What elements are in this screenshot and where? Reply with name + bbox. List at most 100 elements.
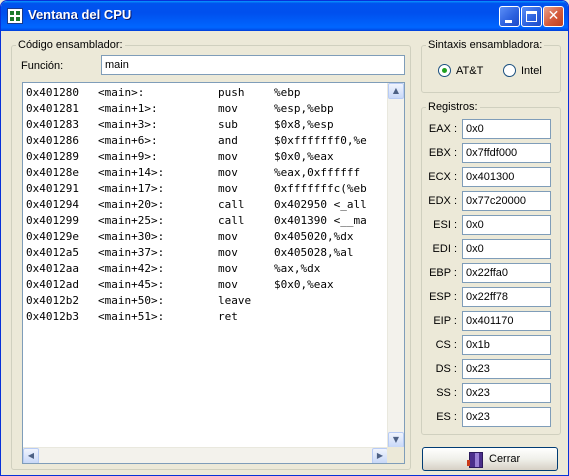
close-button[interactable]: Cerrar <box>422 447 558 471</box>
register-value-field[interactable]: 0x23 <box>462 407 551 427</box>
operands-cell: 0x401390 <__ma <box>274 214 367 227</box>
syntax-group-legend: Sintaxis ensambladora: <box>428 39 543 51</box>
window-title: Ventana del CPU <box>28 7 132 22</box>
disassembly-line[interactable]: 0x40129e <main+30>: mov 0x405020,%dx <box>26 229 385 245</box>
function-field[interactable]: main <box>101 55 405 75</box>
address-cell: 0x401280 <box>26 86 79 99</box>
mnemonic-cell: mov <box>218 230 238 243</box>
symbol-cell: <main+42>: <box>98 262 165 275</box>
scroll-up-button[interactable]: ▲ <box>388 83 404 99</box>
operands-cell: %eax,0xffffff <box>274 166 361 179</box>
mnemonic-cell: ret <box>218 310 238 323</box>
syntax-intel-radio[interactable] <box>503 64 516 77</box>
function-label: Función: <box>21 60 64 72</box>
mnemonic-cell: call <box>218 214 245 227</box>
minimize-button[interactable] <box>499 6 520 27</box>
register-value-field[interactable]: 0x23 <box>462 383 551 403</box>
disassembly-line[interactable]: 0x401283 <main+3>: sub $0x8,%esp <box>26 117 385 133</box>
symbol-cell: <main+1>: <box>98 102 158 115</box>
register-label: EIP : <box>433 315 457 327</box>
mnemonic-cell: mov <box>218 102 238 115</box>
scroll-right-button[interactable]: ▶ <box>372 448 388 463</box>
code-group-legend: Código ensamblador: <box>18 39 123 51</box>
mnemonic-cell: mov <box>218 166 238 179</box>
address-cell: 0x401281 <box>26 102 79 115</box>
disassembly-line[interactable]: 0x401299 <main+25>: call 0x401390 <__ma <box>26 213 385 229</box>
register-value-field[interactable]: 0x0 <box>462 215 551 235</box>
register-value-field[interactable]: 0x401300 <box>462 167 551 187</box>
symbol-cell: <main+45>: <box>98 278 165 291</box>
register-label: EBP : <box>429 267 457 279</box>
scroll-down-button[interactable]: ▼ <box>388 432 404 448</box>
register-label: ES : <box>436 411 457 423</box>
mnemonic-cell: leave <box>218 294 252 307</box>
mnemonic-cell: mov <box>218 246 238 259</box>
disassembly-line[interactable]: 0x401281 <main+1>: mov %esp,%ebp <box>26 101 385 117</box>
register-value-field[interactable]: 0x0 <box>462 119 551 139</box>
address-cell: 0x401299 <box>26 214 79 227</box>
address-cell: 0x4012b2 <box>26 294 79 307</box>
syntax-att-radio[interactable] <box>438 64 451 77</box>
syntax-intel-label[interactable]: Intel <box>521 65 542 77</box>
symbol-cell: <main+17>: <box>98 182 165 195</box>
mnemonic-cell: mov <box>218 262 238 275</box>
register-value-field[interactable]: 0x0 <box>462 239 551 259</box>
register-value-field[interactable]: 0x23 <box>462 359 551 379</box>
horizontal-scrollbar[interactable]: ◀ ▶ <box>23 447 388 463</box>
register-label: ESP : <box>429 291 457 303</box>
register-value-field[interactable]: 0x1b <box>462 335 551 355</box>
operands-cell: 0x402950 <_all <box>274 198 367 211</box>
maximize-button[interactable] <box>521 6 542 27</box>
operands-cell: 0x405028,%al <box>274 246 354 259</box>
disassembly-line[interactable]: 0x401289 <main+9>: mov $0x0,%eax <box>26 149 385 165</box>
disassembly-line[interactable]: 0x4012aa <main+42>: mov %ax,%dx <box>26 261 385 277</box>
disassembly-line[interactable]: 0x4012a5 <main+37>: mov 0x405028,%al <box>26 245 385 261</box>
disassembly-line[interactable]: 0x4012ad <main+45>: mov $0x0,%eax <box>26 277 385 293</box>
address-cell: 0x4012b3 <box>26 310 79 323</box>
address-cell: 0x401289 <box>26 150 79 163</box>
address-cell: 0x401291 <box>26 182 79 195</box>
address-cell: 0x4012aa <box>26 262 79 275</box>
register-label: EDI : <box>432 243 457 255</box>
scrollbar-corner <box>387 447 404 463</box>
close-button-label: Cerrar <box>489 453 521 465</box>
disassembly-line[interactable]: 0x4012b3 <main+51>: ret <box>26 309 385 325</box>
register-value-field[interactable]: 0x77c20000 <box>462 191 551 211</box>
register-label: EDX : <box>428 195 457 207</box>
disassembly-line[interactable]: 0x401280 <main>: push %ebp <box>26 85 385 101</box>
register-value-field[interactable]: 0x401170 <box>462 311 551 331</box>
syntax-att-label[interactable]: AT&T <box>456 65 483 77</box>
mnemonic-cell: mov <box>218 278 238 291</box>
disassembly-listbox[interactable]: 0x401280 <main>: push %ebp 0x401281 <main+1>:… <box>22 82 405 464</box>
address-cell: 0x401283 <box>26 118 79 131</box>
disassembly-line[interactable]: 0x401286 <main+6>: and $0xfffffff0,%e <box>26 133 385 149</box>
symbol-cell: <main+20>: <box>98 198 165 211</box>
symbol-cell: <main+9>: <box>98 150 158 163</box>
disassembly-line[interactable]: 0x4012b2 <main+50>: leave <box>26 293 385 309</box>
register-value-field[interactable]: 0x22ff78 <box>462 287 551 307</box>
vertical-scrollbar[interactable]: ▲ ▼ <box>387 83 404 448</box>
address-cell: 0x40128e <box>26 166 79 179</box>
symbol-cell: <main+6>: <box>98 134 158 147</box>
door-exit-icon <box>467 452 483 468</box>
disassembly-line[interactable]: 0x40128e <main+14>: mov %eax,0xffffff <box>26 165 385 181</box>
scroll-left-button[interactable]: ◀ <box>23 448 39 463</box>
mnemonic-cell: call <box>218 198 245 211</box>
address-cell: 0x40129e <box>26 230 79 243</box>
operands-cell: 0xfffffffc(%eb <box>274 182 367 195</box>
close-window-button[interactable]: ✕ <box>543 6 564 27</box>
symbol-cell: <main+50>: <box>98 294 165 307</box>
minimize-icon <box>505 20 512 23</box>
mnemonic-cell: mov <box>218 182 238 195</box>
register-value-field[interactable]: 0x22ffa0 <box>462 263 551 283</box>
registers-group-legend: Registros: <box>428 101 478 113</box>
symbol-cell: <main+25>: <box>98 214 165 227</box>
disassembly-line[interactable]: 0x401294 <main+20>: call 0x402950 <_all <box>26 197 385 213</box>
register-label: EBX : <box>428 147 457 159</box>
title-bar[interactable]: Ventana del CPU ✕ <box>1 1 568 31</box>
operands-cell: %esp,%ebp <box>274 102 334 115</box>
operands-cell: 0x405020,%dx <box>274 230 354 243</box>
register-value-field[interactable]: 0x7ffdf000 <box>462 143 551 163</box>
symbol-cell: <main+14>: <box>98 166 165 179</box>
disassembly-line[interactable]: 0x401291 <main+17>: mov 0xfffffffc(%eb <box>26 181 385 197</box>
